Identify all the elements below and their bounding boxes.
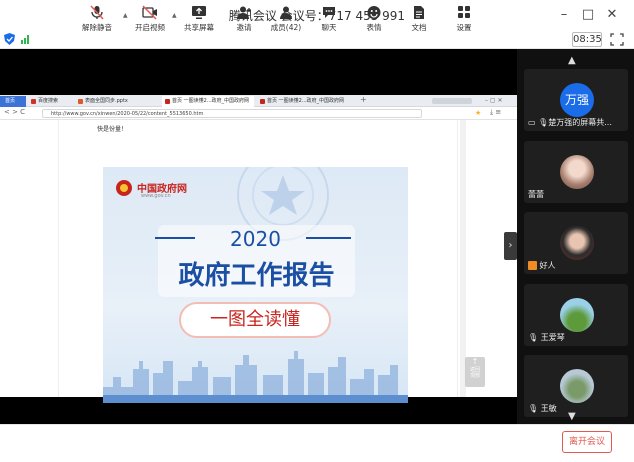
- tab-label: 表面全国同步.pptx: [85, 98, 128, 104]
- scroll-down-icon[interactable]: ▼: [568, 411, 576, 422]
- settings-grid-icon: [458, 6, 470, 18]
- poster-year: 2020: [230, 227, 281, 251]
- participant-tile[interactable]: 好人: [524, 212, 628, 274]
- participant-name: 蕾蕾: [528, 190, 544, 199]
- address-bar: < > C http://www.gov.cn/xinwen/2020-05/2…: [0, 107, 517, 120]
- chat-button[interactable]: 聊天: [308, 5, 350, 37]
- participant-tile[interactable]: 蕾蕾: [524, 141, 628, 203]
- chat-icon: [323, 7, 335, 18]
- leave-meeting-button[interactable]: 离开会议: [562, 431, 612, 453]
- shared-browser-window: 首页 百度搜索 表面全国同步.pptx 首页 一图读懂2...政府_中国政府网 …: [0, 95, 517, 403]
- share-screen-button[interactable]: 共享屏幕: [178, 5, 220, 37]
- invite-label: 邀请: [236, 23, 252, 32]
- page-text: 快是份量！: [97, 126, 128, 133]
- city-skyline: [103, 351, 408, 403]
- start-video-button[interactable]: 开启视频: [129, 5, 171, 37]
- audio-options-icon[interactable]: ▲: [123, 12, 128, 19]
- back-to-top-label: 返回顶部: [469, 367, 480, 379]
- fullscreen-icon[interactable]: [610, 33, 624, 46]
- mic-muted-icon: 🎙: [528, 404, 539, 413]
- start-video-label: 开启视频: [135, 23, 165, 32]
- share-screen-label: 共享屏幕: [184, 23, 214, 32]
- restore-icon[interactable]: □: [579, 6, 597, 24]
- back-to-top-button[interactable]: ↑ 返回顶部: [465, 357, 485, 387]
- mic-icon: 🎙: [538, 118, 549, 127]
- participant-name: ▭ 🎙楚万强的屏幕共...: [528, 118, 612, 127]
- reactions-button[interactable]: 表情: [353, 5, 395, 37]
- docs-button[interactable]: 文档: [398, 5, 440, 37]
- unmute-label: 解除静音: [82, 23, 112, 32]
- mic-muted-icon: [90, 5, 104, 20]
- tab-label: 首页 一图读懂2...政府_中国政府网: [267, 98, 345, 104]
- minimize-icon[interactable]: –: [555, 6, 573, 24]
- tab-label: 百度搜索: [38, 98, 59, 104]
- avatar: [560, 298, 594, 332]
- participant-tile[interactable]: 万强 ▭ 🎙楚万强的屏幕共...: [524, 69, 628, 131]
- participant-tile[interactable]: 🎙 王敏: [524, 355, 628, 417]
- poster-image: 中国政府网 www.gov.cn 2020 政府工作报告 一图全读懂: [103, 167, 408, 403]
- emoji-icon: [367, 6, 381, 19]
- avatar: [560, 226, 594, 260]
- tab-gov-2[interactable]: 首页 一图读懂2...政府_中国政府网: [257, 96, 352, 107]
- browser-menu[interactable]: [432, 98, 472, 104]
- collapse-panel-button[interactable]: ›: [504, 232, 517, 260]
- person-icon: [528, 261, 537, 270]
- poster-subheading: 一图全读懂: [210, 309, 300, 330]
- tab-label: 首页 一图读懂2...政府_中国政府网: [172, 98, 250, 104]
- participant-name: 🎙 王敏: [528, 404, 557, 413]
- scroll-up-icon[interactable]: ▲: [568, 55, 576, 66]
- participant-tile[interactable]: 🎙 王爱琴: [524, 284, 628, 346]
- web-page: 快是份量！ 中国政府网 www.gov.cn 2020 政府工作报告 一图全读懂: [58, 120, 458, 403]
- invite-button[interactable]: 邀请: [223, 5, 265, 37]
- avatar: [560, 155, 594, 189]
- download-icon[interactable]: ⤓ ≡: [490, 108, 501, 117]
- docs-label: 文档: [411, 23, 427, 32]
- gov-logo-url: www.gov.cn: [141, 193, 171, 199]
- browser-tabs: 首页 百度搜索 表面全国同步.pptx 首页 一图读懂2...政府_中国政府网 …: [0, 95, 517, 107]
- meeting-toolbar: [0, 424, 634, 462]
- screen-share-icon: ▭: [528, 118, 539, 127]
- poster-heading: 政府工作报告: [178, 261, 335, 291]
- avatar: [560, 369, 594, 403]
- tab-pptx[interactable]: 表面全国同步.pptx: [75, 96, 160, 107]
- mic-muted-icon: 🎙: [528, 333, 539, 342]
- poster-subheading-box: 一图全读懂: [179, 302, 331, 338]
- meeting-clock: 08:35: [572, 32, 602, 47]
- tab-home[interactable]: 首页: [0, 96, 26, 107]
- back-forward-icon[interactable]: < > C: [4, 108, 25, 116]
- camera-off-icon: [142, 5, 157, 20]
- tab-gov-1[interactable]: 首页 一图读懂2...政府_中国政府网: [162, 96, 254, 107]
- new-tab-icon[interactable]: +: [360, 95, 367, 104]
- banner-line-right: [306, 237, 351, 239]
- url-field[interactable]: http://www.gov.cn/xinwen/2020-05/22/cont…: [42, 109, 422, 118]
- settings-button[interactable]: 设置: [443, 5, 485, 37]
- invite-icon: [237, 6, 251, 19]
- close-icon[interactable]: ✕: [603, 6, 621, 24]
- reactions-label: 表情: [366, 23, 382, 32]
- tab-baidu[interactable]: 百度搜索: [28, 96, 73, 107]
- members-label: 成员(42): [270, 23, 302, 32]
- participant-name: 好人: [528, 260, 556, 271]
- participant-name: 🎙 王爱琴: [528, 333, 565, 342]
- members-button[interactable]: 成员(42): [265, 5, 307, 37]
- baidu-icon: [31, 99, 36, 104]
- video-options-icon[interactable]: ▲: [172, 12, 177, 19]
- gov-icon: [260, 99, 265, 104]
- members-icon: [280, 6, 292, 19]
- window-controls[interactable]: – ▢ ✕: [485, 97, 503, 104]
- banner-line-left: [155, 237, 195, 239]
- settings-label: 设置: [456, 23, 472, 32]
- gov-icon: [165, 99, 170, 104]
- page-scrollbar[interactable]: [460, 120, 466, 397]
- chat-label: 聊天: [321, 23, 337, 32]
- shield-icon: [4, 33, 15, 45]
- star-icon[interactable]: ★: [475, 109, 481, 117]
- document-icon: [414, 6, 424, 19]
- signal-icon: [21, 35, 29, 44]
- ppt-icon: [78, 99, 83, 104]
- gov-emblem-icon: [116, 180, 132, 196]
- unmute-button[interactable]: 解除静音: [76, 5, 118, 37]
- avatar: 万强: [560, 83, 594, 117]
- share-screen-icon: [192, 6, 206, 19]
